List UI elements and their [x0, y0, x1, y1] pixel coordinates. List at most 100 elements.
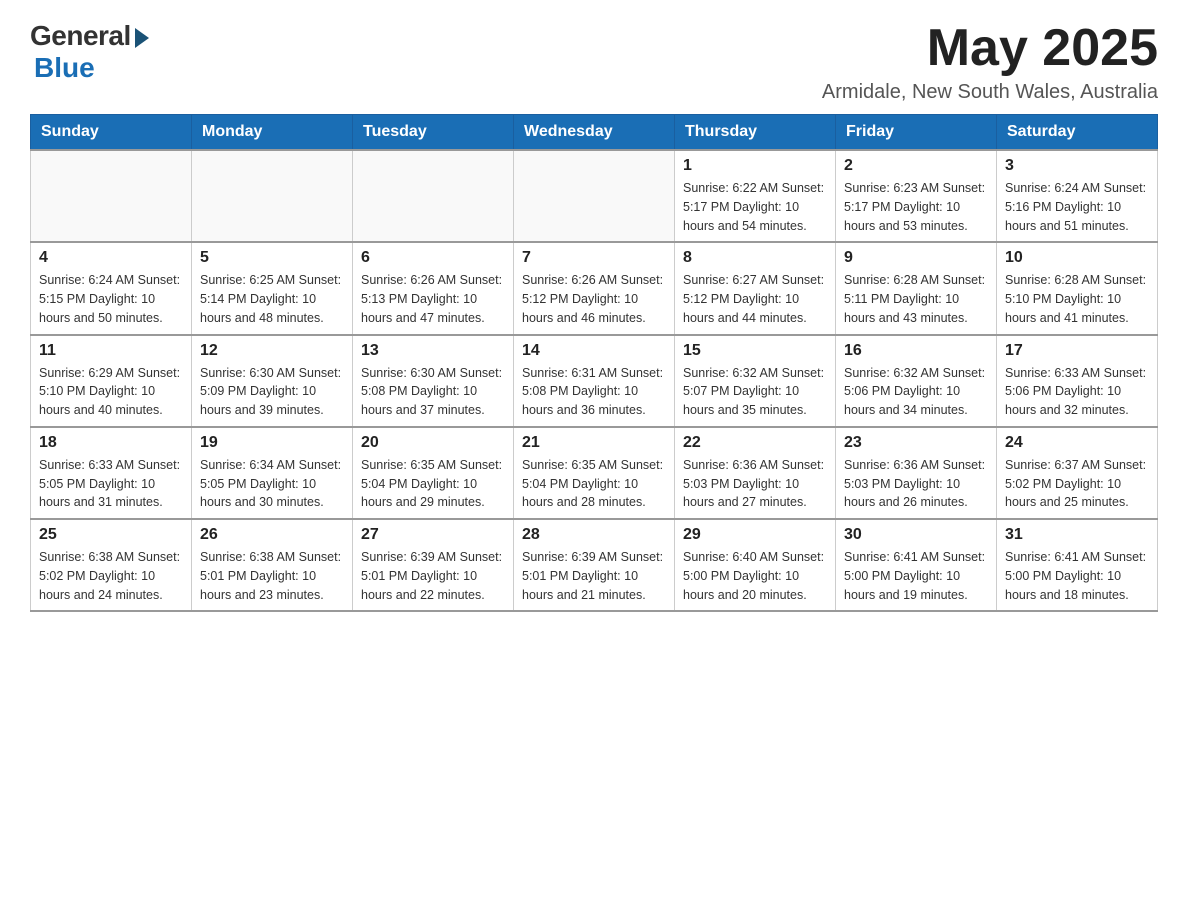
calendar-day-cell: [514, 150, 675, 242]
calendar-header-row: SundayMondayTuesdayWednesdayThursdayFrid…: [31, 115, 1158, 151]
calendar-day-cell: 30Sunrise: 6:41 AM Sunset: 5:00 PM Dayli…: [836, 519, 997, 611]
day-number: 7: [522, 249, 666, 267]
day-number: 15: [683, 342, 827, 360]
day-number: 6: [361, 249, 505, 267]
day-number: 28: [522, 526, 666, 544]
day-number: 19: [200, 434, 344, 452]
day-info: Sunrise: 6:39 AM Sunset: 5:01 PM Dayligh…: [361, 548, 505, 604]
day-info: Sunrise: 6:31 AM Sunset: 5:08 PM Dayligh…: [522, 364, 666, 420]
day-number: 10: [1005, 249, 1149, 267]
day-info: Sunrise: 6:38 AM Sunset: 5:01 PM Dayligh…: [200, 548, 344, 604]
day-of-week-header: Monday: [192, 115, 353, 151]
calendar-day-cell: 27Sunrise: 6:39 AM Sunset: 5:01 PM Dayli…: [353, 519, 514, 611]
calendar-day-cell: 9 Sunrise: 6:28 AM Sunset: 5:11 PM Daylig…: [836, 242, 997, 334]
calendar-day-cell: 1Sunrise: 6:22 AM Sunset: 5:17 PM Daylig…: [675, 150, 836, 242]
calendar-day-cell: 16 Sunrise: 6:32 AM Sunset: 5:06 PM Dayli…: [836, 335, 997, 427]
title-area: May 2025 Armidale, New South Wales, Aust…: [822, 20, 1158, 104]
day-info: Sunrise: 6:41 AM Sunset: 5:00 PM Dayligh…: [844, 548, 988, 604]
day-info: Sunrise: 6:23 AM Sunset: 5:17 PM Dayligh…: [844, 179, 988, 235]
logo-general-text: General: [30, 20, 131, 52]
day-info: Sunrise: 6:33 AM Sunset: 5:05 PM Dayligh…: [39, 456, 183, 512]
day-number: 13: [361, 342, 505, 360]
calendar-day-cell: [31, 150, 192, 242]
day-number: 20: [361, 434, 505, 452]
day-info: Sunrise: 6:24 AM Sunset: 5:15 PM Dayligh…: [39, 271, 183, 327]
month-title: May 2025: [822, 20, 1158, 77]
page-header: General Blue May 2025 Armidale, New Sout…: [30, 20, 1158, 104]
calendar-day-cell: 15 Sunrise: 6:32 AM Sunset: 5:07 PM Dayli…: [675, 335, 836, 427]
calendar-day-cell: 8Sunrise: 6:27 AM Sunset: 5:12 PM Daylig…: [675, 242, 836, 334]
calendar-day-cell: 4 Sunrise: 6:24 AM Sunset: 5:15 PM Daylig…: [31, 242, 192, 334]
day-info: Sunrise: 6:32 AM Sunset: 5:07 PM Dayligh…: [683, 364, 827, 420]
day-info: Sunrise: 6:40 AM Sunset: 5:00 PM Dayligh…: [683, 548, 827, 604]
day-info: Sunrise: 6:37 AM Sunset: 5:02 PM Dayligh…: [1005, 456, 1149, 512]
day-number: 16: [844, 342, 988, 360]
calendar-day-cell: 31Sunrise: 6:41 AM Sunset: 5:00 PM Dayli…: [997, 519, 1158, 611]
calendar-day-cell: 11 Sunrise: 6:29 AM Sunset: 5:10 PM Dayli…: [31, 335, 192, 427]
day-of-week-header: Friday: [836, 115, 997, 151]
calendar-day-cell: 29 Sunrise: 6:40 AM Sunset: 5:00 PM Dayli…: [675, 519, 836, 611]
calendar-day-cell: 20Sunrise: 6:35 AM Sunset: 5:04 PM Dayli…: [353, 427, 514, 519]
calendar-day-cell: 22 Sunrise: 6:36 AM Sunset: 5:03 PM Dayli…: [675, 427, 836, 519]
calendar-day-cell: [353, 150, 514, 242]
location-subtitle: Armidale, New South Wales, Australia: [822, 81, 1158, 104]
day-info: Sunrise: 6:26 AM Sunset: 5:13 PM Dayligh…: [361, 271, 505, 327]
calendar-day-cell: 21Sunrise: 6:35 AM Sunset: 5:04 PM Dayli…: [514, 427, 675, 519]
calendar-day-cell: 17Sunrise: 6:33 AM Sunset: 5:06 PM Dayli…: [997, 335, 1158, 427]
day-of-week-header: Sunday: [31, 115, 192, 151]
day-number: 21: [522, 434, 666, 452]
day-of-week-header: Saturday: [997, 115, 1158, 151]
day-info: Sunrise: 6:24 AM Sunset: 5:16 PM Dayligh…: [1005, 179, 1149, 235]
day-number: 12: [200, 342, 344, 360]
day-number: 18: [39, 434, 183, 452]
day-info: Sunrise: 6:29 AM Sunset: 5:10 PM Dayligh…: [39, 364, 183, 420]
day-number: 3: [1005, 157, 1149, 175]
day-info: Sunrise: 6:28 AM Sunset: 5:10 PM Dayligh…: [1005, 271, 1149, 327]
day-number: 23: [844, 434, 988, 452]
day-of-week-header: Thursday: [675, 115, 836, 151]
calendar-week-row: 1Sunrise: 6:22 AM Sunset: 5:17 PM Daylig…: [31, 150, 1158, 242]
calendar-day-cell: 25 Sunrise: 6:38 AM Sunset: 5:02 PM Dayli…: [31, 519, 192, 611]
day-info: Sunrise: 6:32 AM Sunset: 5:06 PM Dayligh…: [844, 364, 988, 420]
logo-arrow-icon: [135, 28, 149, 48]
calendar-day-cell: 26 Sunrise: 6:38 AM Sunset: 5:01 PM Dayli…: [192, 519, 353, 611]
day-number: 22: [683, 434, 827, 452]
day-info: Sunrise: 6:28 AM Sunset: 5:11 PM Dayligh…: [844, 271, 988, 327]
calendar-week-row: 25 Sunrise: 6:38 AM Sunset: 5:02 PM Dayli…: [31, 519, 1158, 611]
day-info: Sunrise: 6:22 AM Sunset: 5:17 PM Dayligh…: [683, 179, 827, 235]
day-number: 5: [200, 249, 344, 267]
day-number: 9: [844, 249, 988, 267]
day-info: Sunrise: 6:41 AM Sunset: 5:00 PM Dayligh…: [1005, 548, 1149, 604]
calendar-day-cell: 3 Sunrise: 6:24 AM Sunset: 5:16 PM Daylig…: [997, 150, 1158, 242]
day-number: 14: [522, 342, 666, 360]
day-info: Sunrise: 6:30 AM Sunset: 5:09 PM Dayligh…: [200, 364, 344, 420]
day-info: Sunrise: 6:33 AM Sunset: 5:06 PM Dayligh…: [1005, 364, 1149, 420]
day-info: Sunrise: 6:36 AM Sunset: 5:03 PM Dayligh…: [844, 456, 988, 512]
day-number: 24: [1005, 434, 1149, 452]
calendar-day-cell: [192, 150, 353, 242]
calendar-day-cell: 14 Sunrise: 6:31 AM Sunset: 5:08 PM Dayli…: [514, 335, 675, 427]
day-number: 26: [200, 526, 344, 544]
day-number: 11: [39, 342, 183, 360]
calendar-day-cell: 6 Sunrise: 6:26 AM Sunset: 5:13 PM Daylig…: [353, 242, 514, 334]
day-number: 25: [39, 526, 183, 544]
calendar-day-cell: 18 Sunrise: 6:33 AM Sunset: 5:05 PM Dayli…: [31, 427, 192, 519]
day-number: 29: [683, 526, 827, 544]
calendar-day-cell: 13Sunrise: 6:30 AM Sunset: 5:08 PM Dayli…: [353, 335, 514, 427]
calendar-day-cell: 28 Sunrise: 6:39 AM Sunset: 5:01 PM Dayli…: [514, 519, 675, 611]
day-number: 2: [844, 157, 988, 175]
calendar-day-cell: 12 Sunrise: 6:30 AM Sunset: 5:09 PM Dayli…: [192, 335, 353, 427]
calendar-day-cell: 19 Sunrise: 6:34 AM Sunset: 5:05 PM Dayli…: [192, 427, 353, 519]
calendar-table: SundayMondayTuesdayWednesdayThursdayFrid…: [30, 114, 1158, 612]
logo: General Blue: [30, 20, 149, 84]
calendar-day-cell: 24 Sunrise: 6:37 AM Sunset: 5:02 PM Dayli…: [997, 427, 1158, 519]
day-info: Sunrise: 6:26 AM Sunset: 5:12 PM Dayligh…: [522, 271, 666, 327]
day-info: Sunrise: 6:36 AM Sunset: 5:03 PM Dayligh…: [683, 456, 827, 512]
day-info: Sunrise: 6:39 AM Sunset: 5:01 PM Dayligh…: [522, 548, 666, 604]
day-number: 4: [39, 249, 183, 267]
logo-blue-text: Blue: [34, 52, 95, 84]
day-info: Sunrise: 6:34 AM Sunset: 5:05 PM Dayligh…: [200, 456, 344, 512]
calendar-week-row: 18 Sunrise: 6:33 AM Sunset: 5:05 PM Dayli…: [31, 427, 1158, 519]
day-info: Sunrise: 6:38 AM Sunset: 5:02 PM Dayligh…: [39, 548, 183, 604]
calendar-day-cell: 2 Sunrise: 6:23 AM Sunset: 5:17 PM Daylig…: [836, 150, 997, 242]
